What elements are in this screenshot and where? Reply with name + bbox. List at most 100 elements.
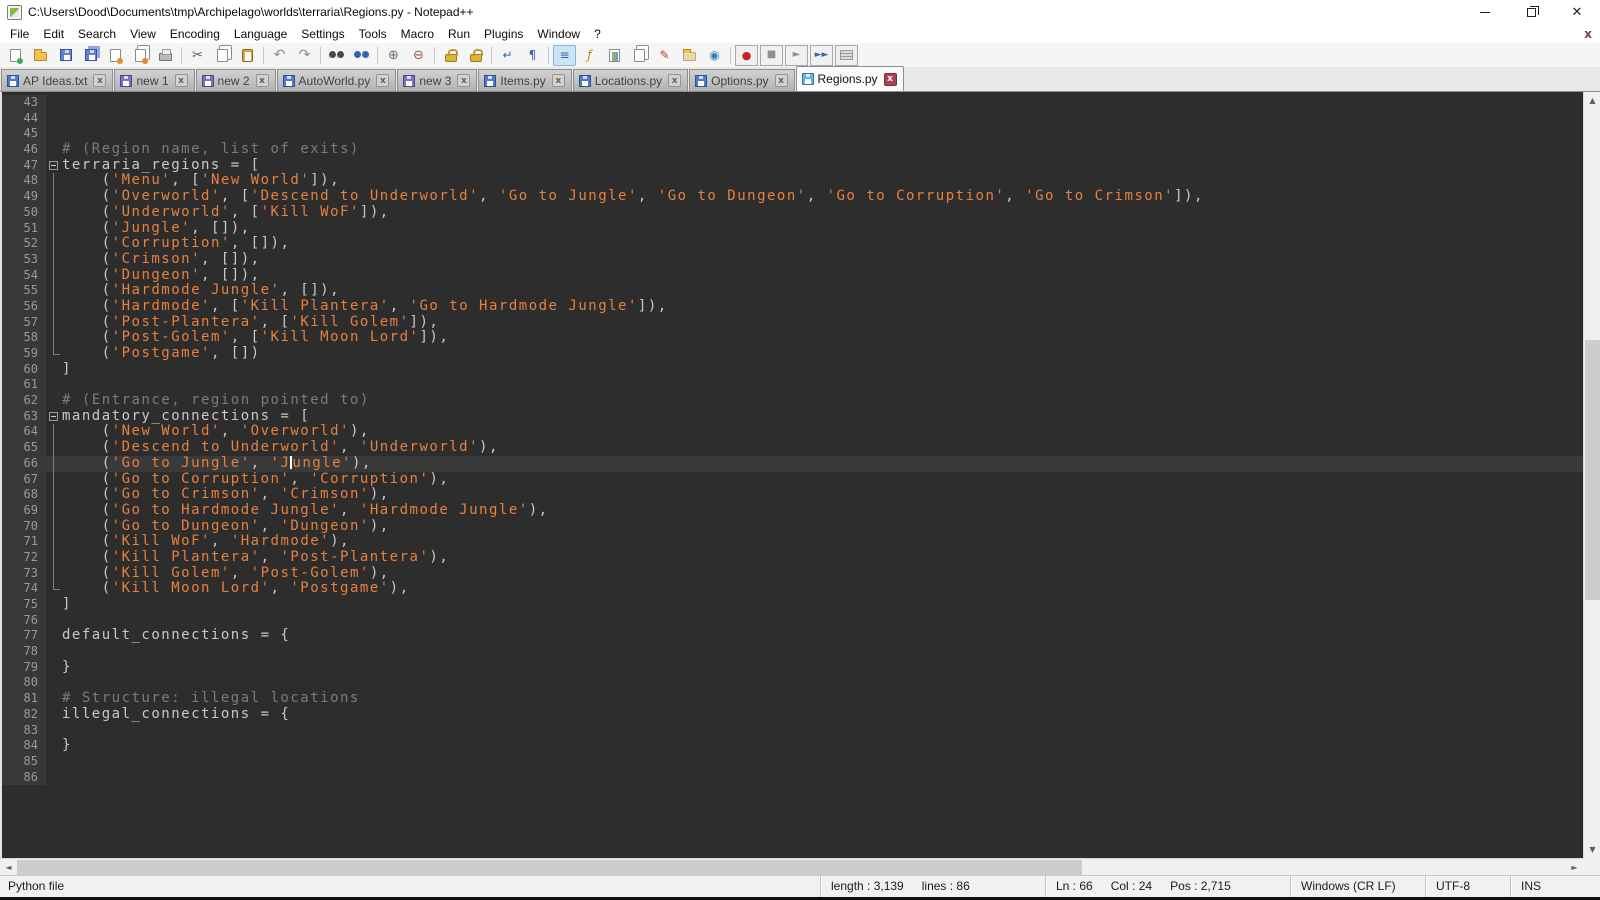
code-line[interactable]: 65 ('Descend to Underworld', 'Underworld… <box>2 440 1583 456</box>
sync-horizontal-scroll-icon[interactable] <box>464 45 487 66</box>
macro-record-icon[interactable]: ● <box>735 45 758 66</box>
code-line[interactable]: 49 ('Overworld', ['Descend to Underworld… <box>2 189 1583 205</box>
tab-autoworld-py[interactable]: AutoWorld.pyx <box>277 69 397 91</box>
code-line[interactable]: 67 ('Go to Corruption', 'Corruption'), <box>2 472 1583 488</box>
tab-close-icon[interactable]: x <box>256 74 269 87</box>
code-line[interactable]: 72 ('Kill Plantera', 'Post-Plantera'), <box>2 550 1583 566</box>
code-line[interactable]: 75] <box>2 597 1583 613</box>
function-list-icon[interactable]: ƒ <box>578 45 601 66</box>
tab-regions-py[interactable]: Regions.pyx <box>796 66 904 91</box>
close-icon[interactable] <box>104 45 127 66</box>
new-file-icon[interactable] <box>4 45 27 66</box>
tab-close-icon[interactable]: x <box>457 74 470 87</box>
tab-close-icon[interactable]: x <box>668 74 681 87</box>
tab-locations-py[interactable]: Locations.pyx <box>573 69 688 91</box>
open-file-icon[interactable] <box>29 45 52 66</box>
code-line[interactable]: 62# (Entrance, region pointed to) <box>2 393 1583 409</box>
menu-item-run[interactable]: Run <box>441 26 477 42</box>
redo-icon[interactable]: ↷ <box>293 45 316 66</box>
status-encoding[interactable]: UTF-8 <box>1425 876 1510 897</box>
code-line[interactable]: 63mandatory_connections = [ <box>2 409 1583 425</box>
code-line[interactable]: 70 ('Go to Dungeon', 'Dungeon'), <box>2 519 1583 535</box>
show-all-characters-icon[interactable]: ¶ <box>521 45 544 66</box>
close-button[interactable]: ✕ <box>1554 0 1600 24</box>
status-eol-format[interactable]: Windows (CR LF) <box>1290 876 1425 897</box>
code-line[interactable]: 48 ('Menu', ['New World']), <box>2 173 1583 189</box>
code-line[interactable]: 59 ('Postgame', []) <box>2 346 1583 362</box>
code-line[interactable]: 52 ('Corruption', []), <box>2 236 1583 252</box>
tab-close-icon[interactable]: x <box>552 74 565 87</box>
code-line[interactable]: 83 <box>2 723 1583 739</box>
menu-item-plugins[interactable]: Plugins <box>477 26 530 42</box>
code-line[interactable]: 53 ('Crimson', []), <box>2 252 1583 268</box>
close-document-icon[interactable]: x <box>1584 27 1592 41</box>
menu-item-macro[interactable]: Macro <box>394 26 441 42</box>
tab-close-icon[interactable]: x <box>93 74 106 87</box>
print-icon[interactable] <box>154 45 177 66</box>
tab-new-3[interactable]: new 3x <box>397 69 477 91</box>
replace-icon[interactable] <box>350 45 373 66</box>
document-list-icon[interactable] <box>628 45 651 66</box>
code-line[interactable]: 61 <box>2 377 1583 393</box>
tab-close-icon[interactable]: x <box>775 74 788 87</box>
document-map-icon[interactable] <box>603 45 626 66</box>
code-line[interactable]: 58 ('Post-Golem', ['Kill Moon Lord']), <box>2 330 1583 346</box>
zoom-in-icon[interactable]: ⊕ <box>382 45 405 66</box>
macro-playback-icon[interactable]: ► <box>785 45 808 66</box>
minimize-button[interactable] <box>1462 0 1508 24</box>
macro-save-icon[interactable] <box>835 45 858 66</box>
menu-item-search[interactable]: Search <box>71 26 123 42</box>
sync-vertical-scroll-icon[interactable] <box>439 45 462 66</box>
code-line[interactable]: 64 ('New World', 'Overworld'), <box>2 424 1583 440</box>
restore-button[interactable] <box>1508 0 1554 24</box>
code-line[interactable]: 77default_connections = { <box>2 628 1583 644</box>
find-icon[interactable] <box>325 45 348 66</box>
code-line[interactable]: 43 <box>2 95 1583 111</box>
fold-collapse-icon[interactable] <box>46 409 62 425</box>
status-insert-mode[interactable]: INS <box>1510 876 1600 897</box>
macro-stop-icon[interactable]: ■ <box>760 45 783 66</box>
code-line[interactable]: 55 ('Hardmode Jungle', []), <box>2 283 1583 299</box>
menu-item-edit[interactable]: Edit <box>36 26 71 42</box>
tab-new-2[interactable]: new 2x <box>196 69 276 91</box>
vertical-scrollbar[interactable]: ▲ ▼ <box>1583 92 1600 858</box>
scroll-up-arrow-icon[interactable]: ▲ <box>1584 92 1600 109</box>
undo-icon[interactable]: ↶ <box>268 45 291 66</box>
horizontal-scrollbar-thumb[interactable] <box>17 860 1082 875</box>
tab-close-icon[interactable]: x <box>884 73 897 86</box>
tab-items-py[interactable]: Items.pyx <box>478 69 571 91</box>
code-line[interactable]: 68 ('Go to Crimson', 'Crimson'), <box>2 487 1583 503</box>
menu-item-[interactable]: ? <box>587 26 608 42</box>
code-line[interactable]: 81# Structure: illegal locations <box>2 691 1583 707</box>
menu-item-settings[interactable]: Settings <box>294 26 351 42</box>
folder-as-workspace-icon[interactable] <box>678 45 701 66</box>
menu-item-window[interactable]: Window <box>530 26 587 42</box>
code-line[interactable]: 57 ('Post-Plantera', ['Kill Golem']), <box>2 315 1583 331</box>
code-line[interactable]: 47terraria_regions = [ <box>2 158 1583 174</box>
word-wrap-icon[interactable]: ↵ <box>496 45 519 66</box>
menu-item-view[interactable]: View <box>123 26 163 42</box>
save-icon[interactable] <box>54 45 77 66</box>
fold-collapse-icon[interactable] <box>46 158 62 174</box>
copy-icon[interactable] <box>211 45 234 66</box>
menu-item-encoding[interactable]: Encoding <box>163 26 227 42</box>
code-line[interactable]: 78 <box>2 644 1583 660</box>
horizontal-scrollbar[interactable]: ◄ ► <box>0 858 1583 875</box>
code-line[interactable]: 45 <box>2 126 1583 142</box>
tab-close-icon[interactable]: x <box>376 74 389 87</box>
tab-ap-ideas-txt[interactable]: AP Ideas.txtx <box>1 69 113 91</box>
code-line[interactable]: 74 ('Kill Moon Lord', 'Postgame'), <box>2 581 1583 597</box>
menu-item-tools[interactable]: Tools <box>352 26 394 42</box>
tab-close-icon[interactable]: x <box>175 74 188 87</box>
code-line[interactable]: 66 ('Go to Jungle', 'Jungle'), <box>2 456 1583 472</box>
code-line[interactable]: 71 ('Kill WoF', 'Hardmode'), <box>2 534 1583 550</box>
code-line[interactable]: 86 <box>2 770 1583 786</box>
tab-options-py[interactable]: Options.pyx <box>689 69 794 91</box>
code-line[interactable]: 51 ('Jungle', []), <box>2 221 1583 237</box>
close-all-icon[interactable] <box>129 45 152 66</box>
menu-item-language[interactable]: Language <box>227 26 294 42</box>
code-line[interactable]: 84} <box>2 738 1583 754</box>
code-line[interactable]: 56 ('Hardmode', ['Kill Plantera', 'Go to… <box>2 299 1583 315</box>
macro-run-multiple-icon[interactable]: ►► <box>810 45 833 66</box>
vertical-scrollbar-thumb[interactable] <box>1585 340 1600 600</box>
